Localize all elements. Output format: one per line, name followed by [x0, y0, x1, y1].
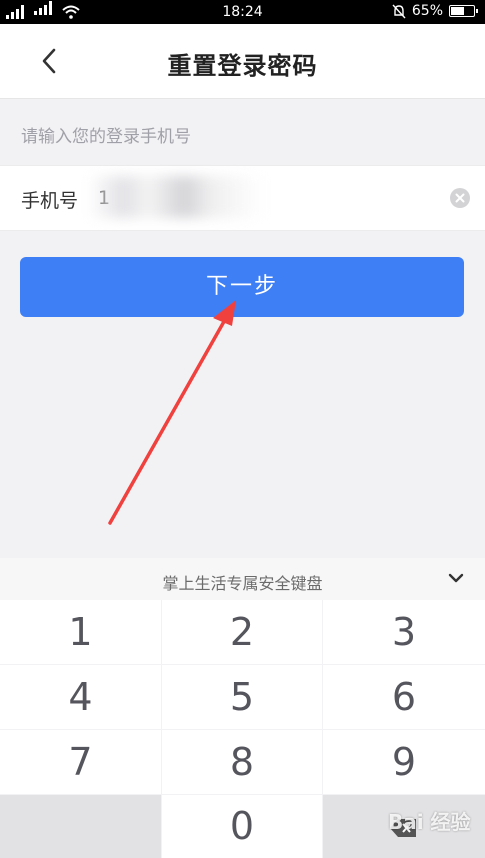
- key-3[interactable]: 3: [323, 600, 485, 664]
- keyboard-title: 掌上生活专属安全键盘: [162, 574, 323, 593]
- close-icon: [455, 193, 465, 203]
- page-title: 重置登录密码: [167, 52, 318, 80]
- phone-row: 手机号: [0, 165, 485, 231]
- key-6[interactable]: 6: [323, 665, 485, 729]
- header: 重置登录密码: [0, 24, 485, 99]
- key-4[interactable]: 4: [0, 665, 161, 729]
- clear-input-button[interactable]: [450, 188, 470, 208]
- phone-hint-text: 请输入您的登录手机号: [21, 127, 191, 147]
- blurred-phone-number: [88, 176, 263, 218]
- phone-label: 手机号: [21, 190, 79, 212]
- chevron-down-icon[interactable]: [446, 571, 466, 585]
- next-step-button[interactable]: 下一步: [20, 257, 464, 317]
- battery-percent: 65%: [411, 3, 443, 19]
- key-0[interactable]: 0: [162, 795, 322, 858]
- key-1[interactable]: 1: [0, 600, 161, 664]
- watermark: Bai 经验: [388, 810, 471, 834]
- key-blank: [0, 795, 161, 858]
- key-7[interactable]: 7: [0, 730, 161, 794]
- key-9[interactable]: 9: [323, 730, 485, 794]
- battery-icon: [449, 5, 478, 17]
- key-5[interactable]: 5: [162, 665, 322, 729]
- status-bar: 4G 18:24 65%: [0, 0, 485, 24]
- network-type-label: 4G: [34, 0, 44, 2]
- key-8[interactable]: 8: [162, 730, 322, 794]
- key-2[interactable]: 2: [162, 600, 322, 664]
- keyboard-header: 掌上生活专属安全键盘: [0, 558, 485, 600]
- mute-bell-icon: [392, 4, 406, 18]
- status-right: 65%: [392, 3, 478, 19]
